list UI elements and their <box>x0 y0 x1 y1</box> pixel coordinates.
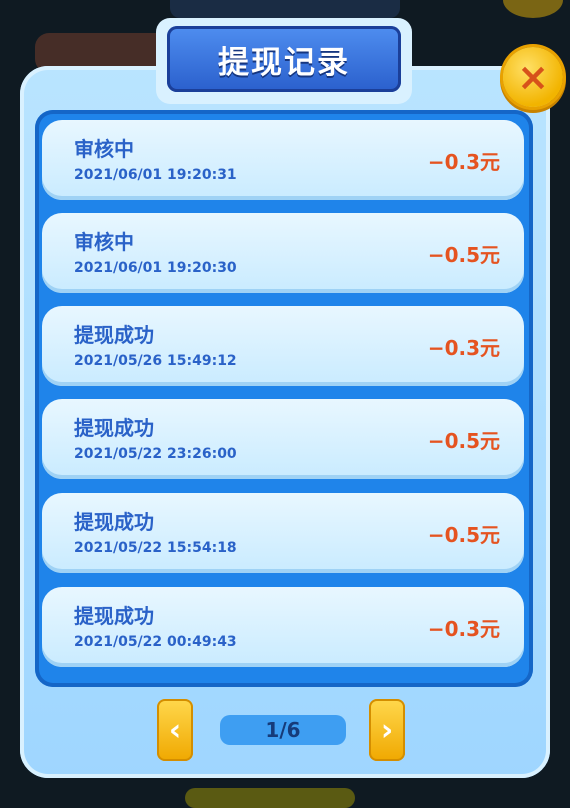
record-amount: −0.5元 <box>427 429 500 453</box>
record-row: 审核中 2021/06/01 19:20:31 −0.3元 <box>42 120 524 200</box>
record-time: 2021/05/22 15:54:18 <box>74 540 237 556</box>
dialog-title: 提现记录 <box>167 26 401 92</box>
record-row: 提现成功 2021/05/22 15:54:18 −0.5元 <box>42 493 524 573</box>
record-status: 提现成功 <box>74 604 154 628</box>
record-time: 2021/06/01 19:20:30 <box>74 260 237 276</box>
record-amount: −0.5元 <box>427 243 500 267</box>
background-coin <box>503 0 563 18</box>
record-status: 提现成功 <box>74 510 154 534</box>
page-indicator: 1/6 <box>220 715 346 745</box>
record-status: 审核中 <box>74 137 134 161</box>
close-icon: × <box>517 55 549 99</box>
record-row: 审核中 2021/06/01 19:20:30 −0.5元 <box>42 213 524 293</box>
background-bottom-button <box>185 788 355 808</box>
prev-page-button[interactable]: ‹ <box>157 699 193 761</box>
chevron-right-icon: › <box>380 712 394 748</box>
record-amount: −0.3元 <box>427 617 500 641</box>
record-amount: −0.3元 <box>427 150 500 174</box>
record-status: 提现成功 <box>74 416 154 440</box>
close-button[interactable]: × <box>503 47 563 107</box>
record-row: 提现成功 2021/05/26 15:49:12 −0.3元 <box>42 306 524 386</box>
chevron-left-icon: ‹ <box>168 712 182 748</box>
record-time: 2021/06/01 19:20:31 <box>74 167 237 183</box>
record-amount: −0.3元 <box>427 336 500 360</box>
record-status: 审核中 <box>74 230 134 254</box>
next-page-button[interactable]: › <box>369 699 405 761</box>
record-row: 提现成功 2021/05/22 00:49:43 −0.3元 <box>42 587 524 667</box>
record-time: 2021/05/26 15:49:12 <box>74 353 237 369</box>
record-row: 提现成功 2021/05/22 23:26:00 −0.5元 <box>42 399 524 479</box>
record-amount: −0.5元 <box>427 523 500 547</box>
background-top-bar <box>170 0 400 18</box>
record-time: 2021/05/22 23:26:00 <box>74 446 237 462</box>
record-time: 2021/05/22 00:49:43 <box>74 634 237 650</box>
record-status: 提现成功 <box>74 323 154 347</box>
